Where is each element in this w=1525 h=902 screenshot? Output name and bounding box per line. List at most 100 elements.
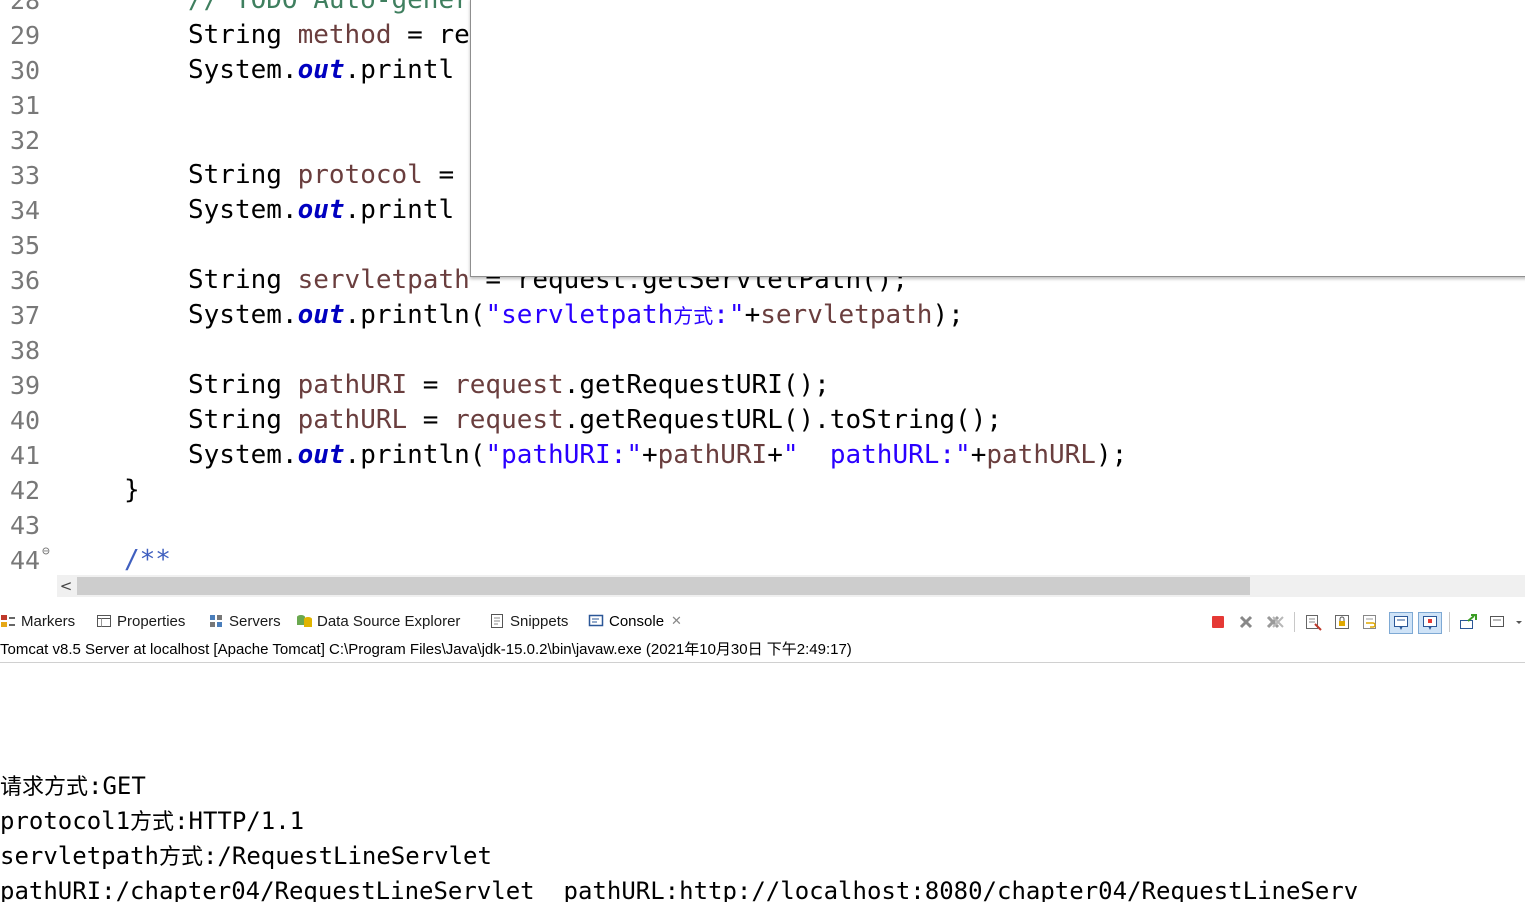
- show-on-error-icon[interactable]: [1418, 612, 1442, 634]
- code-token: System.: [188, 55, 298, 85]
- code-token: servletpath: [760, 300, 933, 330]
- code-token: String: [188, 405, 298, 435]
- console-line: protocol1方式:HTTP/1.1: [0, 804, 304, 839]
- code-token: System.: [188, 440, 298, 470]
- code-line[interactable]: 43: [0, 508, 1525, 543]
- views-tab-bar: Markers Properties Servers Data Source E…: [0, 605, 1525, 637]
- code-line[interactable]: 38: [0, 333, 1525, 368]
- code-token: protocol: [297, 160, 423, 190]
- code-line[interactable]: 42}: [0, 473, 1525, 508]
- code-token: .printl: [344, 55, 455, 85]
- snippets-icon: [489, 613, 505, 629]
- remove-launch-icon[interactable]: [1237, 613, 1255, 631]
- console-line: pathURI:/chapter04/RequestLineServlet pa…: [0, 874, 1358, 902]
- line-number: 32: [10, 126, 41, 155]
- code-token: out: [297, 440, 345, 470]
- code-text: System.out.println("servletpath方式:"+serv…: [188, 298, 964, 334]
- pin-console-icon[interactable]: [1458, 613, 1477, 631]
- console-line: servletpath方式:/RequestLineServlet: [0, 839, 492, 874]
- code-token: +: [767, 440, 783, 470]
- remove-all-terminated-icon[interactable]: [1265, 613, 1284, 631]
- code-line[interactable]: 37 System.out.println("servletpath方式:"+se…: [0, 298, 1525, 333]
- code-token: +: [744, 300, 761, 330]
- code-text: System.out.printl: [188, 53, 454, 88]
- code-token: "pathURI:": [485, 440, 642, 470]
- word-wrap-icon[interactable]: [1361, 613, 1379, 631]
- code-text: String pathURL = request.getRequestURL()…: [188, 403, 1002, 438]
- code-text: /**: [124, 543, 171, 575]
- line-number: 39: [10, 371, 41, 400]
- console-output[interactable]: 请求方式:GET protocol1方式:HTTP/1.1 servletpath方…: [0, 663, 1525, 902]
- line-number: 38: [10, 336, 41, 365]
- code-text: System.out.printl: [188, 193, 454, 228]
- scroll-lock-icon[interactable]: [1333, 613, 1351, 631]
- line-number: 42: [10, 476, 41, 505]
- display-console-dropdown-icon[interactable]: [1488, 613, 1522, 631]
- code-text: String pathURI = request.getRequestURI()…: [188, 368, 830, 403]
- line-number: 41: [10, 441, 41, 470]
- code-token: request: [454, 370, 564, 400]
- console-icon: [588, 613, 604, 629]
- code-token: System.: [188, 300, 298, 330]
- code-token: /**: [124, 545, 171, 575]
- code-line[interactable]: 40 String pathURL = request.getRequestURL…: [0, 403, 1525, 438]
- tab-label: Markers: [21, 612, 76, 630]
- console-text: pathURI:/chapter04/RequestLineServlet pa…: [0, 877, 1359, 902]
- code-token: .println(: [344, 300, 486, 330]
- code-token: String: [188, 265, 298, 295]
- markers-icon: [0, 613, 16, 629]
- code-line[interactable]: 41 System.out.println("pathURI:"+pathURI+…: [0, 438, 1525, 473]
- code-token: 方式: [673, 304, 714, 328]
- console-text: :GET: [88, 772, 146, 800]
- close-tab-icon[interactable]: ✕: [671, 613, 682, 629]
- code-text: }: [124, 473, 140, 508]
- code-token: out: [297, 55, 345, 85]
- code-token: .printl: [344, 195, 455, 225]
- code-text: // TODO Auto-gener: [188, 0, 470, 18]
- code-token: pathURI: [657, 440, 768, 470]
- tab-console[interactable]: Console ✕: [588, 605, 682, 637]
- console-text: 方式: [130, 810, 175, 835]
- code-token: method: [297, 20, 392, 50]
- tab-servers[interactable]: Servers: [208, 605, 281, 637]
- code-token: .getRequestURI();: [563, 370, 830, 400]
- console-text: protocol1: [0, 807, 131, 835]
- line-number: 33: [10, 161, 41, 190]
- code-token: "servletpath: [485, 300, 674, 330]
- code-token: pathURI: [297, 370, 408, 400]
- code-line[interactable]: 39 String pathURI = request.getRequestURI…: [0, 368, 1525, 403]
- console-text: :HTTP/1.1: [174, 807, 305, 835]
- code-token: servletpath: [297, 265, 470, 295]
- code-line[interactable]: 44 ⊖/**: [0, 543, 1525, 575]
- tab-properties[interactable]: Properties: [96, 605, 185, 637]
- console-text: 请求方式: [0, 775, 89, 800]
- code-token: pathURL: [297, 405, 408, 435]
- tab-markers[interactable]: Markers: [0, 605, 75, 637]
- code-token: // TODO Auto-gener: [188, 0, 470, 15]
- fold-toggle-icon[interactable]: ⊖: [42, 545, 50, 558]
- data-source-explorer-icon: [296, 613, 312, 629]
- code-token: pathURL: [986, 440, 1096, 470]
- code-token: out: [297, 300, 345, 330]
- terminate-icon[interactable]: [1209, 613, 1227, 631]
- clear-console-icon[interactable]: [1304, 613, 1322, 631]
- tab-label: Servers: [229, 612, 281, 630]
- code-token: =: [407, 370, 455, 400]
- tab-snippets[interactable]: Snippets: [489, 605, 568, 637]
- tab-data-source-explorer[interactable]: Data Source Explorer: [296, 605, 460, 637]
- code-token: String: [188, 370, 298, 400]
- hover-popup: [470, 0, 1525, 277]
- horizontal-scrollbar[interactable]: <: [57, 575, 1525, 597]
- console-text: :/RequestLineServlet: [202, 842, 492, 870]
- code-token: .println(: [344, 440, 486, 470]
- scrollbar-thumb[interactable]: [77, 577, 1250, 595]
- code-text: String method = re: [188, 18, 470, 53]
- servers-icon: [208, 613, 224, 629]
- line-number: 28: [10, 0, 41, 15]
- show-on-output-icon[interactable]: [1389, 612, 1413, 634]
- code-text: System.out.println("pathURI:"+pathURI+" …: [188, 438, 1127, 473]
- code-token: String: [188, 20, 298, 50]
- line-number: 40: [10, 406, 41, 435]
- scroll-left-arrow-icon[interactable]: <: [57, 575, 75, 597]
- code-token: =: [407, 405, 455, 435]
